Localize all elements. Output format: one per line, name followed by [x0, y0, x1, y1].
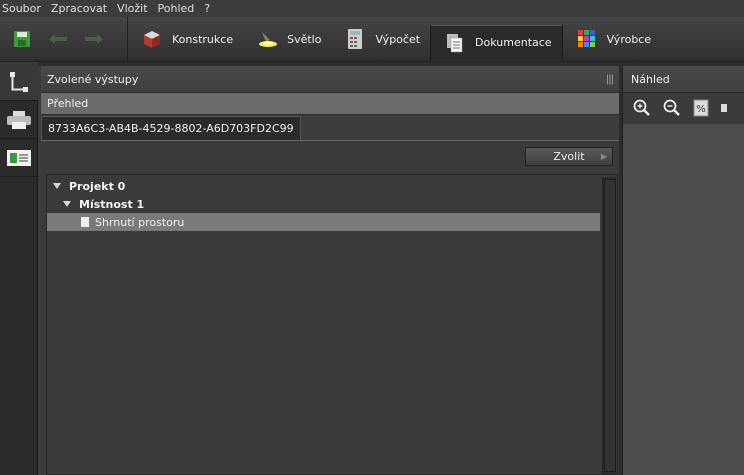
action-row: Zvolit ▶ — [41, 141, 619, 171]
menu-vlozit[interactable]: Vložit — [113, 0, 153, 17]
section-header: Přehled — [41, 93, 619, 115]
preview-area — [623, 124, 744, 475]
tab-vypocet[interactable]: Výpočet — [331, 17, 430, 61]
menu-bar: Soubor Zpracovat Vložit Pohled ? — [0, 0, 744, 17]
tab-svetlo[interactable]: Světlo — [243, 17, 331, 61]
calculator-icon — [343, 27, 367, 51]
expand-triangle-icon[interactable] — [53, 183, 61, 189]
undo-button[interactable] — [44, 25, 72, 53]
undo-icon — [49, 34, 67, 44]
save-button[interactable] — [8, 25, 36, 53]
tab-dokumentace-label: Dokumentace — [475, 36, 552, 49]
zoom-out-icon[interactable] — [663, 99, 681, 117]
svg-text:%: % — [696, 104, 706, 115]
tree-node-project[interactable]: Projekt 0 — [47, 177, 617, 195]
zoom-in-icon[interactable] — [633, 99, 651, 117]
tab-vypocet-label: Výpočet — [375, 32, 421, 46]
document-tab-label: 8733A6C3-AB4B-4529-8802-A6D703FD2C99 — [48, 122, 294, 135]
left-tool-strip — [0, 63, 38, 475]
menu-zpracovat[interactable]: Zpracovat — [47, 0, 113, 17]
panel-header: Zvolené výstupy ||| — [41, 66, 619, 93]
expand-triangle-icon[interactable] — [63, 201, 71, 207]
chevron-right-icon: ▶ — [600, 151, 607, 161]
document-tab-row: 8733A6C3-AB4B-4529-8802-A6D703FD2C99 — [41, 115, 619, 141]
light-icon — [255, 27, 279, 51]
quick-actions — [0, 17, 128, 61]
tab-konstrukce-label: Konstrukce — [172, 32, 234, 46]
tree-node-label: Projekt 0 — [69, 179, 126, 193]
scrollbar-thumb[interactable] — [604, 179, 616, 472]
tab-dokumentace[interactable]: Dokumentace — [430, 25, 563, 60]
selected-outputs-panel: Zvolené výstupy ||| Přehled 8733A6C3-AB4… — [41, 66, 619, 475]
documents-icon — [443, 31, 467, 55]
printer-icon — [7, 110, 31, 129]
tree-node-space-summary[interactable]: Shrnutí prostoru — [47, 213, 600, 231]
id-card-button[interactable] — [0, 139, 38, 177]
print-button[interactable] — [0, 101, 38, 139]
preview-title: Náhled — [631, 72, 670, 86]
tree-scrollbar[interactable] — [602, 177, 616, 474]
tab-svetlo-label: Světlo — [287, 32, 322, 46]
preview-toolbar: % — [623, 93, 744, 123]
construction-icon — [140, 27, 164, 51]
panel-title: Zvolené výstupy — [47, 72, 139, 86]
tree-node-label: Místnost 1 — [79, 197, 145, 211]
tree-node-label: Shrnutí prostoru — [95, 215, 185, 229]
tab-vyrobce-label: Výrobce — [606, 32, 652, 46]
fit-icon[interactable] — [721, 99, 727, 117]
select-button-label: Zvolit — [553, 149, 585, 163]
tree-node-room[interactable]: Místnost 1 — [47, 195, 617, 213]
main-toolbar: Konstrukce Světlo Výpočet Dokumentace Vý… — [0, 17, 744, 62]
menu-help[interactable]: ? — [200, 0, 216, 17]
tree-structure-icon — [10, 71, 28, 92]
output-tree: Projekt 0 Místnost 1 Shrnutí prostoru — [46, 174, 618, 475]
preview-header: Náhled — [623, 66, 744, 93]
redo-button[interactable] — [80, 25, 108, 53]
tab-vyrobce[interactable]: Výrobce — [563, 17, 662, 61]
grip-icon[interactable]: ||| — [606, 74, 614, 85]
tree-structure-button[interactable] — [0, 63, 38, 101]
id-card-icon — [7, 149, 31, 166]
document-icon — [81, 217, 89, 227]
redo-icon — [85, 34, 103, 44]
save-icon — [14, 31, 30, 47]
manufacturer-icon — [575, 27, 599, 51]
menu-pohled[interactable]: Pohled — [154, 0, 201, 17]
tab-konstrukce[interactable]: Konstrukce — [128, 17, 243, 61]
document-tab[interactable]: 8733A6C3-AB4B-4529-8802-A6D703FD2C99 — [41, 116, 301, 140]
percent-icon[interactable]: % — [693, 99, 709, 117]
preview-panel: Náhled % — [622, 66, 744, 475]
select-button[interactable]: Zvolit ▶ — [525, 146, 613, 166]
section-title: Přehled — [47, 97, 89, 110]
menu-soubor[interactable]: Soubor — [0, 0, 47, 17]
